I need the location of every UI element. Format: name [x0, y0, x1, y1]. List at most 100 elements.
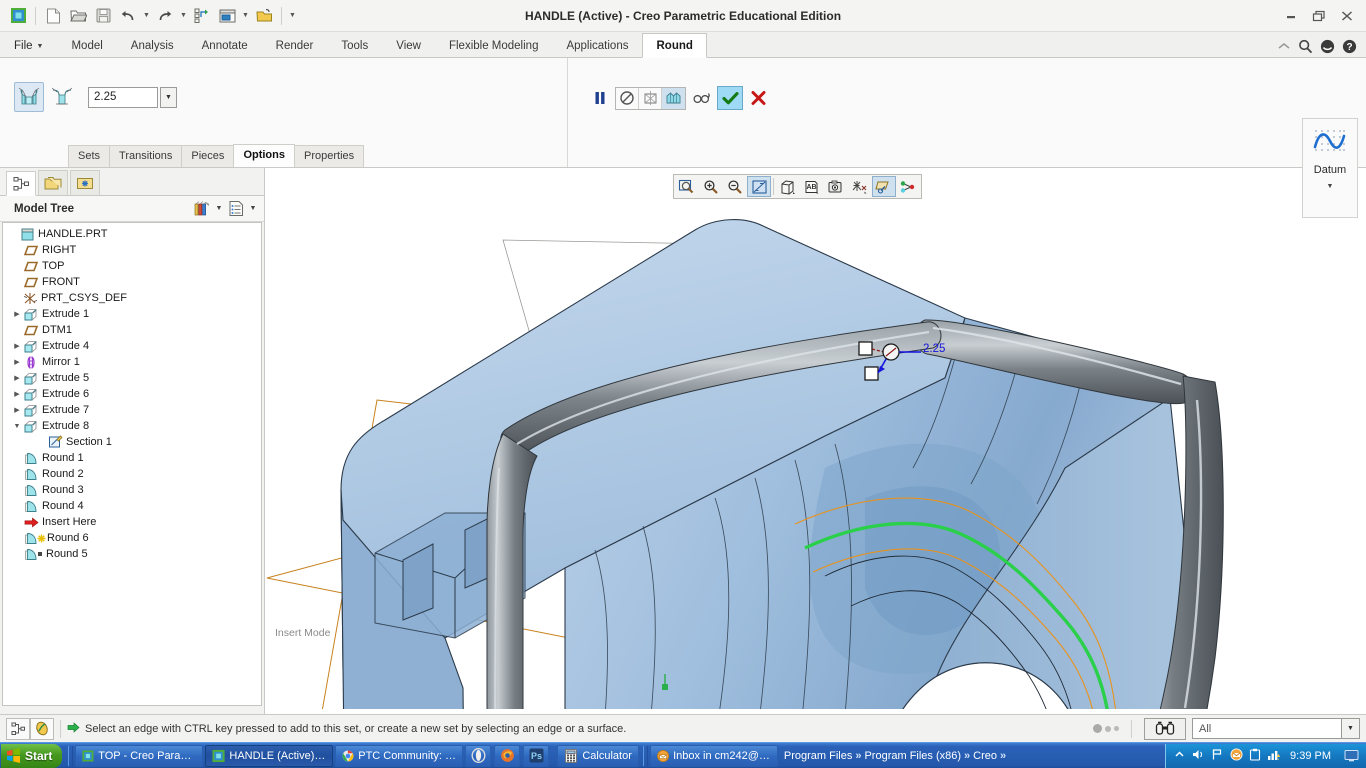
tree-item-extrude-5[interactable]: ▶ Extrude 5: [3, 370, 261, 386]
model-tree[interactable]: HANDLE.PRT RIGHT TOP FRONT PRT_CSYS_DEF …: [2, 222, 262, 706]
zoom-in-icon[interactable]: [699, 176, 723, 197]
subtab-transitions[interactable]: Transitions: [109, 145, 183, 167]
tab-analysis[interactable]: Analysis: [117, 33, 188, 58]
regenerate-icon[interactable]: [190, 4, 214, 28]
redo-dropdown-caret-icon[interactable]: ▼: [178, 4, 189, 28]
tab-render[interactable]: Render: [262, 33, 328, 58]
zoom-area-icon[interactable]: [675, 176, 699, 197]
shaded-display-icon[interactable]: [662, 87, 685, 109]
selection-filter-value[interactable]: All: [1192, 718, 1342, 739]
collapse-ribbon-icon[interactable]: [1277, 41, 1291, 55]
chevron-right-icon[interactable]: »: [855, 750, 861, 762]
show-desktop-icon[interactable]: [1340, 745, 1362, 767]
preview-glasses-icon[interactable]: [690, 87, 713, 110]
tree-item-datum-right[interactable]: RIGHT: [3, 242, 261, 258]
refit-icon[interactable]: [747, 176, 771, 197]
annotation-display-icon[interactable]: AB: [800, 176, 824, 197]
tree-item-extrude-4[interactable]: ▶ Extrude 4: [3, 338, 261, 354]
customize-qat-icon[interactable]: ▼: [287, 4, 298, 28]
tree-item-round-1[interactable]: Round 1: [3, 450, 261, 466]
favorites-tab-icon[interactable]: [70, 170, 100, 195]
tab-view[interactable]: View: [382, 33, 435, 58]
model-tree-toggle-icon[interactable]: [6, 717, 30, 740]
tree-item-datum-dtm1[interactable]: DTM1: [3, 322, 261, 338]
subtab-pieces[interactable]: Pieces: [181, 145, 235, 167]
tree-settings-caret-icon[interactable]: ▼: [214, 205, 224, 212]
volume-icon[interactable]: [1191, 748, 1205, 764]
tree-item-extrude-8[interactable]: ▼ Extrude 8: [3, 418, 261, 434]
chevron-right-icon[interactable]: »: [964, 750, 970, 762]
tree-expand-arrow-icon[interactable]: ▶: [11, 374, 23, 382]
binoculars-icon[interactable]: [1144, 717, 1186, 740]
tree-item-round-2[interactable]: Round 2: [3, 466, 261, 482]
folder-browser-tab-icon[interactable]: [38, 170, 68, 195]
taskbar-button-inbox[interactable]: Inbox in cm242@njit....: [649, 744, 778, 767]
start-button[interactable]: Start: [1, 743, 63, 768]
tree-item-mirror-1[interactable]: ▶ Mirror 1: [3, 354, 261, 370]
no-display-icon[interactable]: [616, 87, 639, 109]
plane-display-icon[interactable]: [872, 176, 896, 197]
chevron-right-icon[interactable]: »: [1000, 750, 1006, 762]
cancel-x-icon[interactable]: [747, 87, 770, 110]
tree-collapse-arrow-icon[interactable]: ▼: [11, 423, 23, 430]
tab-flexible-modeling[interactable]: Flexible Modeling: [435, 33, 553, 58]
tree-item-insert-here[interactable]: Insert Here: [3, 514, 261, 530]
show-hidden-icon[interactable]: [1174, 749, 1185, 763]
undo-dropdown-caret-icon[interactable]: ▼: [141, 4, 152, 28]
taskbar-button-ptc-community[interactable]: PTC Community: Star...: [335, 744, 464, 767]
tree-item-round-3[interactable]: Round 3: [3, 482, 261, 498]
datum-dropdown-caret-icon[interactable]: ▼: [1327, 183, 1334, 190]
taskbar-clock[interactable]: 9:39 PM: [1287, 750, 1334, 762]
tab-file[interactable]: File ▼: [0, 33, 57, 58]
tree-item-round-4[interactable]: Round 4: [3, 498, 261, 514]
search-icon[interactable]: [1298, 39, 1313, 57]
taskbar-group-program-files[interactable]: Program Files »: [784, 750, 862, 762]
datum-display-icon[interactable]: [848, 176, 872, 197]
tree-item-extrude-1[interactable]: ▶ Extrude 1: [3, 306, 261, 322]
tree-item-extrude-7[interactable]: ▶ Extrude 7: [3, 402, 261, 418]
tree-expand-arrow-icon[interactable]: ▶: [11, 310, 23, 318]
dimension-value-label[interactable]: 2.25: [923, 343, 945, 355]
graphics-viewport[interactable]: 2.25 Insert Mode AB: [264, 168, 1366, 714]
pause-icon[interactable]: [588, 87, 611, 110]
mail-tray-icon[interactable]: [1230, 748, 1243, 764]
round-circular-icon[interactable]: [14, 82, 44, 112]
selection-filter[interactable]: All ▼: [1192, 718, 1360, 739]
tab-model[interactable]: Model: [57, 33, 116, 58]
tree-item-coordinate-system[interactable]: PRT_CSYS_DEF: [3, 290, 261, 306]
accept-check-icon[interactable]: [717, 86, 743, 110]
saved-views-icon[interactable]: [824, 176, 848, 197]
tab-tools[interactable]: Tools: [327, 33, 382, 58]
datum-curve-icon[interactable]: [1312, 127, 1348, 160]
new-file-icon[interactable]: [41, 4, 65, 28]
taskbar-group-program-files-x86[interactable]: Program Files (x86) »: [864, 750, 970, 762]
tree-item-part[interactable]: HANDLE.PRT: [3, 226, 261, 242]
subtab-properties[interactable]: Properties: [294, 145, 365, 167]
tab-annotate[interactable]: Annotate: [188, 33, 262, 58]
tab-applications[interactable]: Applications: [552, 33, 642, 58]
tab-round[interactable]: Round: [642, 33, 707, 58]
close-icon[interactable]: [1334, 5, 1360, 27]
tree-item-datum-front[interactable]: FRONT: [3, 274, 261, 290]
datum-panel[interactable]: Datum ▼: [1302, 118, 1358, 218]
radius-input[interactable]: 2.25: [88, 86, 158, 108]
tree-item-round-6[interactable]: Round 6: [3, 530, 261, 546]
selection-filter-caret-icon[interactable]: ▼: [1342, 718, 1360, 739]
tree-item-round-5[interactable]: Round 5: [3, 546, 261, 562]
subtab-options[interactable]: Options: [233, 144, 295, 167]
taskbar-group-creo[interactable]: Creo »: [973, 750, 1006, 762]
round-radius-handle[interactable]: [851, 328, 991, 398]
tree-item-section-1[interactable]: Section 1: [3, 434, 261, 450]
taskbar-button-calculator[interactable]: Calculator: [557, 744, 639, 767]
op-taskbar-opera[interactable]: [465, 744, 492, 767]
tree-expand-arrow-icon[interactable]: ▶: [11, 358, 23, 366]
open-file-icon[interactable]: [66, 4, 90, 28]
smart-filter-icon[interactable]: [30, 717, 54, 740]
redo-icon[interactable]: [153, 4, 177, 28]
tree-expand-arrow-icon[interactable]: ▶: [11, 406, 23, 414]
save-icon[interactable]: [91, 4, 115, 28]
point-display-icon[interactable]: [896, 176, 920, 197]
radius-dropdown-caret-icon[interactable]: ▼: [160, 86, 177, 108]
wireframe-display-icon[interactable]: [639, 87, 662, 109]
clipboard-icon[interactable]: [1249, 748, 1261, 764]
